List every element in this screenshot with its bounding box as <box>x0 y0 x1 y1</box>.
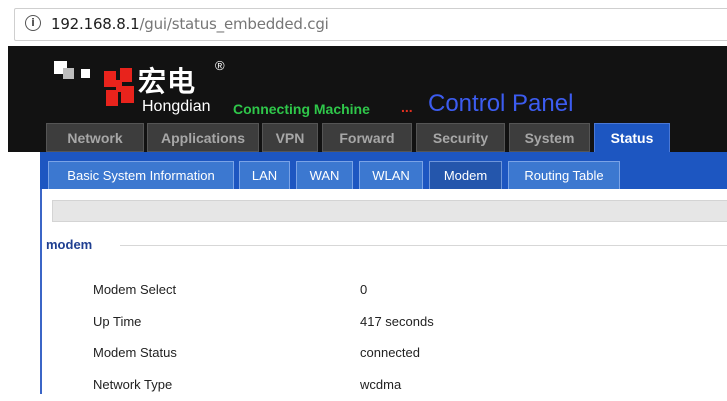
tab-forward[interactable]: Forward <box>322 123 412 152</box>
row-label: Modem Select <box>93 282 177 297</box>
subtab-modem[interactable]: Modem <box>429 161 502 189</box>
row-label: Network Type <box>93 377 173 392</box>
section-divider <box>120 245 727 246</box>
info-row: Modem Status connected <box>42 345 727 369</box>
sub-tabs: Basic System Information LAN WAN WLAN Mo… <box>40 152 727 189</box>
tab-security[interactable]: Security <box>416 123 505 152</box>
url-host: 192.168.8.1 <box>51 15 140 33</box>
row-value: connected <box>360 345 420 360</box>
url-path: /gui/status_embedded.cgi <box>139 15 329 33</box>
row-label: Up Time <box>93 314 142 329</box>
url-field[interactable]: i 192.168.8.1/gui/status_embedded.cgi <box>14 8 727 41</box>
status-bar <box>52 200 727 222</box>
page-title: Control Panel <box>428 90 574 117</box>
hongdian-logo-icon <box>104 68 134 106</box>
info-row: Up Time 417 seconds <box>42 314 727 338</box>
subtab-wlan[interactable]: WLAN <box>359 161 423 189</box>
logo-chinese-text: 宏电 <box>138 65 197 98</box>
page-header: 宏电 ® Hongdian Connecting Machine ... Con… <box>8 46 727 154</box>
row-value: 0 <box>360 282 368 297</box>
row-value: 417 seconds <box>360 314 434 329</box>
tagline-dots: ... <box>401 99 413 115</box>
subtab-wan[interactable]: WAN <box>296 161 353 189</box>
tab-applications[interactable]: Applications <box>147 123 259 152</box>
subtab-lan[interactable]: LAN <box>239 161 290 189</box>
browser-address-bar: i 192.168.8.1/gui/status_embedded.cgi <box>0 0 727 46</box>
url-text[interactable]: 192.168.8.1/gui/status_embedded.cgi <box>51 15 329 33</box>
registered-mark: ® <box>215 58 225 73</box>
tagline: Connecting Machine <box>233 101 370 117</box>
row-value: wcdma <box>360 377 402 392</box>
subtab-routing-table[interactable]: Routing Table <box>508 161 620 189</box>
tab-system[interactable]: System <box>509 123 590 152</box>
logo-squares-icon <box>54 61 94 89</box>
main-content: modem Modem Select 0 Up Time 417 seconds… <box>42 189 727 394</box>
subtab-basic-system-information[interactable]: Basic System Information <box>48 161 234 189</box>
info-row: Network Type wcdma <box>42 377 727 401</box>
logo-english-text: Hongdian <box>142 98 211 115</box>
tab-network[interactable]: Network <box>46 123 144 152</box>
info-row: Modem Select 0 <box>42 282 727 306</box>
tab-status[interactable]: Status <box>594 123 670 154</box>
row-label: Modem Status <box>93 345 177 360</box>
section-legend: modem <box>46 237 93 252</box>
info-icon[interactable]: i <box>25 15 41 31</box>
tab-vpn[interactable]: VPN <box>262 123 318 152</box>
